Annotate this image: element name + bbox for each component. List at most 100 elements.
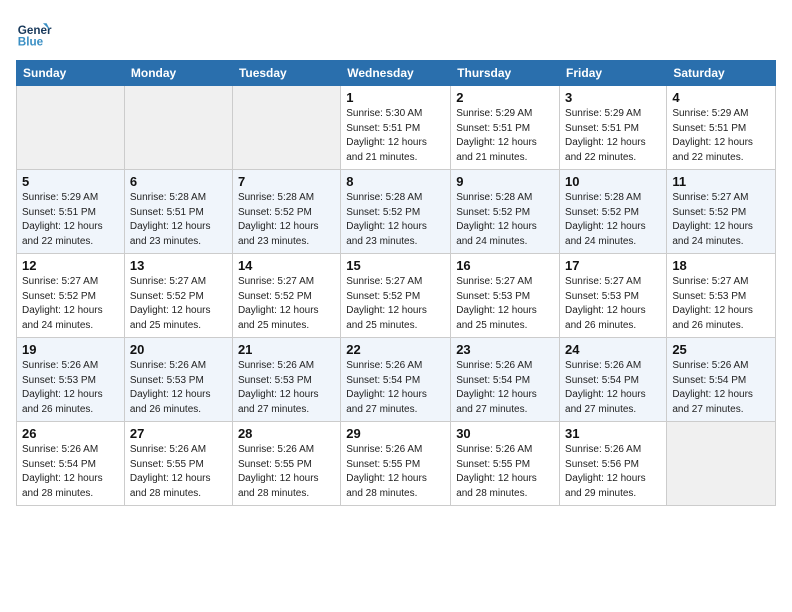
calendar-cell: 28 Sunrise: 5:26 AM Sunset: 5:55 PM Dayli… <box>232 422 340 506</box>
calendar-cell <box>232 86 340 170</box>
calendar-cell: 2 Sunrise: 5:29 AM Sunset: 5:51 PM Daylig… <box>451 86 560 170</box>
day-number: 29 <box>346 426 445 441</box>
day-info: Sunrise: 5:27 AM Sunset: 5:52 PM Dayligh… <box>238 275 335 333</box>
weekday-header: Friday <box>560 61 667 86</box>
day-number: 27 <box>130 426 227 441</box>
day-info: Sunrise: 5:26 AM Sunset: 5:55 PM Dayligh… <box>456 443 554 501</box>
day-info: Sunrise: 5:26 AM Sunset: 5:53 PM Dayligh… <box>130 359 227 417</box>
day-info: Sunrise: 5:26 AM Sunset: 5:53 PM Dayligh… <box>238 359 335 417</box>
day-number: 5 <box>22 174 119 189</box>
day-number: 18 <box>672 258 770 273</box>
day-info: Sunrise: 5:26 AM Sunset: 5:55 PM Dayligh… <box>238 443 335 501</box>
day-number: 31 <box>565 426 661 441</box>
day-number: 1 <box>346 90 445 105</box>
page-header: General Blue <box>16 16 776 52</box>
day-number: 15 <box>346 258 445 273</box>
calendar-cell: 15 Sunrise: 5:27 AM Sunset: 5:52 PM Dayli… <box>341 254 451 338</box>
calendar-cell: 5 Sunrise: 5:29 AM Sunset: 5:51 PM Daylig… <box>17 170 125 254</box>
day-info: Sunrise: 5:30 AM Sunset: 5:51 PM Dayligh… <box>346 107 445 165</box>
day-number: 28 <box>238 426 335 441</box>
calendar-cell: 30 Sunrise: 5:26 AM Sunset: 5:55 PM Dayli… <box>451 422 560 506</box>
calendar-cell: 26 Sunrise: 5:26 AM Sunset: 5:54 PM Dayli… <box>17 422 125 506</box>
day-info: Sunrise: 5:26 AM Sunset: 5:54 PM Dayligh… <box>22 443 119 501</box>
calendar-cell: 4 Sunrise: 5:29 AM Sunset: 5:51 PM Daylig… <box>667 86 776 170</box>
calendar-cell: 10Sunrise: 5:28 AM Sunset: 5:52 PM Dayli… <box>560 170 667 254</box>
day-number: 30 <box>456 426 554 441</box>
calendar-cell: 6 Sunrise: 5:28 AM Sunset: 5:51 PM Daylig… <box>124 170 232 254</box>
day-number: 26 <box>22 426 119 441</box>
day-info: Sunrise: 5:27 AM Sunset: 5:52 PM Dayligh… <box>22 275 119 333</box>
day-number: 23 <box>456 342 554 357</box>
day-info: Sunrise: 5:26 AM Sunset: 5:54 PM Dayligh… <box>346 359 445 417</box>
weekday-header: Wednesday <box>341 61 451 86</box>
calendar-cell <box>124 86 232 170</box>
calendar-cell: 17Sunrise: 5:27 AM Sunset: 5:53 PM Dayli… <box>560 254 667 338</box>
calendar-cell: 27 Sunrise: 5:26 AM Sunset: 5:55 PM Dayli… <box>124 422 232 506</box>
calendar-cell: 8 Sunrise: 5:28 AM Sunset: 5:52 PM Daylig… <box>341 170 451 254</box>
day-number: 4 <box>672 90 770 105</box>
calendar-week-row: 12 Sunrise: 5:27 AM Sunset: 5:52 PM Dayli… <box>17 254 776 338</box>
day-info: Sunrise: 5:26 AM Sunset: 5:54 PM Dayligh… <box>672 359 770 417</box>
day-info: Sunrise: 5:29 AM Sunset: 5:51 PM Dayligh… <box>565 107 661 165</box>
calendar-cell: 20 Sunrise: 5:26 AM Sunset: 5:53 PM Dayli… <box>124 338 232 422</box>
day-number: 12 <box>22 258 119 273</box>
day-info: Sunrise: 5:27 AM Sunset: 5:53 PM Dayligh… <box>672 275 770 333</box>
day-info: Sunrise: 5:27 AM Sunset: 5:52 PM Dayligh… <box>346 275 445 333</box>
calendar-cell: 29 Sunrise: 5:26 AM Sunset: 5:55 PM Dayli… <box>341 422 451 506</box>
calendar-week-row: 1 Sunrise: 5:30 AM Sunset: 5:51 PM Daylig… <box>17 86 776 170</box>
day-info: Sunrise: 5:26 AM Sunset: 5:55 PM Dayligh… <box>130 443 227 501</box>
day-info: Sunrise: 5:26 AM Sunset: 5:54 PM Dayligh… <box>456 359 554 417</box>
day-info: Sunrise: 5:28 AM Sunset: 5:52 PM Dayligh… <box>346 191 445 249</box>
day-number: 19 <box>22 342 119 357</box>
calendar-cell: 12 Sunrise: 5:27 AM Sunset: 5:52 PM Dayli… <box>17 254 125 338</box>
calendar-cell: 16 Sunrise: 5:27 AM Sunset: 5:53 PM Dayli… <box>451 254 560 338</box>
day-number: 21 <box>238 342 335 357</box>
day-info: Sunrise: 5:29 AM Sunset: 5:51 PM Dayligh… <box>672 107 770 165</box>
day-number: 6 <box>130 174 227 189</box>
day-info: Sunrise: 5:26 AM Sunset: 5:53 PM Dayligh… <box>22 359 119 417</box>
calendar-cell: 1 Sunrise: 5:30 AM Sunset: 5:51 PM Daylig… <box>341 86 451 170</box>
logo-icon: General Blue <box>16 16 52 52</box>
calendar-week-row: 5 Sunrise: 5:29 AM Sunset: 5:51 PM Daylig… <box>17 170 776 254</box>
calendar-cell: 25 Sunrise: 5:26 AM Sunset: 5:54 PM Dayli… <box>667 338 776 422</box>
day-info: Sunrise: 5:27 AM Sunset: 5:52 PM Dayligh… <box>130 275 227 333</box>
calendar-cell: 19 Sunrise: 5:26 AM Sunset: 5:53 PM Dayli… <box>17 338 125 422</box>
day-info: Sunrise: 5:28 AM Sunset: 5:51 PM Dayligh… <box>130 191 227 249</box>
day-info: Sunrise: 5:27 AM Sunset: 5:53 PM Dayligh… <box>456 275 554 333</box>
day-info: Sunrise: 5:29 AM Sunset: 5:51 PM Dayligh… <box>456 107 554 165</box>
calendar-cell: 11Sunrise: 5:27 AM Sunset: 5:52 PM Dayli… <box>667 170 776 254</box>
calendar-cell <box>17 86 125 170</box>
day-info: Sunrise: 5:26 AM Sunset: 5:55 PM Dayligh… <box>346 443 445 501</box>
day-number: 11 <box>672 174 770 189</box>
day-number: 8 <box>346 174 445 189</box>
day-info: Sunrise: 5:29 AM Sunset: 5:51 PM Dayligh… <box>22 191 119 249</box>
day-number: 22 <box>346 342 445 357</box>
day-number: 2 <box>456 90 554 105</box>
day-number: 16 <box>456 258 554 273</box>
weekday-header: Tuesday <box>232 61 340 86</box>
calendar-cell: 24Sunrise: 5:26 AM Sunset: 5:54 PM Dayli… <box>560 338 667 422</box>
calendar-cell: 31Sunrise: 5:26 AM Sunset: 5:56 PM Dayli… <box>560 422 667 506</box>
calendar-cell: 3Sunrise: 5:29 AM Sunset: 5:51 PM Daylig… <box>560 86 667 170</box>
calendar-cell: 9Sunrise: 5:28 AM Sunset: 5:52 PM Daylig… <box>451 170 560 254</box>
day-number: 17 <box>565 258 661 273</box>
day-number: 9 <box>456 174 554 189</box>
calendar-cell: 23 Sunrise: 5:26 AM Sunset: 5:54 PM Dayli… <box>451 338 560 422</box>
day-number: 14 <box>238 258 335 273</box>
calendar-cell: 14 Sunrise: 5:27 AM Sunset: 5:52 PM Dayli… <box>232 254 340 338</box>
calendar-cell: 21 Sunrise: 5:26 AM Sunset: 5:53 PM Dayli… <box>232 338 340 422</box>
calendar-cell: 7 Sunrise: 5:28 AM Sunset: 5:52 PM Daylig… <box>232 170 340 254</box>
day-info: Sunrise: 5:28 AM Sunset: 5:52 PM Dayligh… <box>238 191 335 249</box>
day-number: 20 <box>130 342 227 357</box>
day-number: 7 <box>238 174 335 189</box>
day-number: 25 <box>672 342 770 357</box>
weekday-header: Saturday <box>667 61 776 86</box>
day-number: 24 <box>565 342 661 357</box>
calendar-cell: 18 Sunrise: 5:27 AM Sunset: 5:53 PM Dayli… <box>667 254 776 338</box>
day-info: Sunrise: 5:28 AM Sunset: 5:52 PM Dayligh… <box>565 191 661 249</box>
calendar-cell: 22 Sunrise: 5:26 AM Sunset: 5:54 PM Dayli… <box>341 338 451 422</box>
calendar-week-row: 26 Sunrise: 5:26 AM Sunset: 5:54 PM Dayli… <box>17 422 776 506</box>
logo: General Blue <box>16 16 52 52</box>
calendar-cell <box>667 422 776 506</box>
day-number: 13 <box>130 258 227 273</box>
